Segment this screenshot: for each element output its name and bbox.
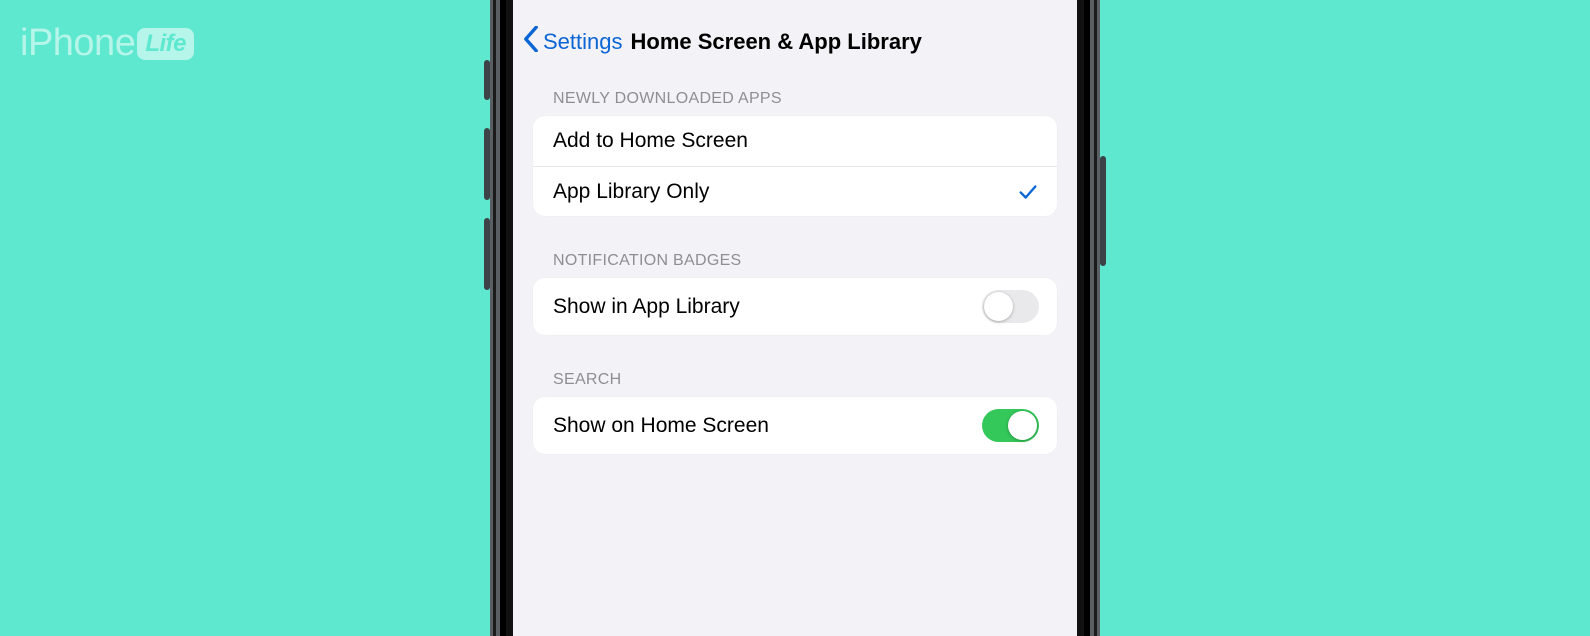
- section-header-notification-badges: NOTIFICATION BADGES: [533, 240, 1057, 278]
- back-button[interactable]: Settings: [523, 26, 623, 58]
- iphonelife-watermark: iPhone Life: [20, 22, 194, 65]
- navigation-bar: Settings Home Screen & App Library: [513, 14, 1077, 70]
- side-button: [1100, 156, 1106, 266]
- checkmark-icon: [1017, 181, 1039, 203]
- phone-frame: Settings Home Screen & App Library NEWLY…: [490, 0, 1100, 636]
- volume-up-button: [484, 128, 490, 200]
- chevron-left-icon: [523, 26, 543, 58]
- group-notification-badges: Show in App Library: [533, 278, 1057, 335]
- section-header-search: SEARCH: [533, 359, 1057, 397]
- option-label: App Library Only: [553, 180, 709, 204]
- toggle-knob: [1008, 411, 1037, 440]
- phone-screen: Settings Home Screen & App Library NEWLY…: [513, 0, 1077, 636]
- watermark-suffix: Life: [137, 28, 194, 60]
- group-newly-downloaded: Add to Home Screen App Library Only: [533, 116, 1057, 216]
- toggle-show-in-app-library[interactable]: [982, 290, 1039, 323]
- group-search: Show on Home Screen: [533, 397, 1057, 454]
- page-title: Home Screen & App Library: [631, 29, 922, 55]
- section-header-newly-downloaded: NEWLY DOWNLOADED APPS: [533, 78, 1057, 116]
- watermark-prefix: iPhone: [20, 22, 135, 65]
- volume-down-button: [484, 218, 490, 290]
- option-add-to-home-screen[interactable]: Add to Home Screen: [533, 116, 1057, 166]
- option-app-library-only[interactable]: App Library Only: [533, 166, 1057, 216]
- option-label: Add to Home Screen: [553, 129, 748, 153]
- row-show-on-home-screen: Show on Home Screen: [533, 397, 1057, 454]
- row-label: Show in App Library: [553, 295, 740, 319]
- phone-body: Settings Home Screen & App Library NEWLY…: [490, 0, 1100, 636]
- toggle-knob: [984, 292, 1013, 321]
- row-label: Show on Home Screen: [553, 414, 769, 438]
- back-label: Settings: [543, 29, 623, 55]
- mute-switch: [484, 60, 490, 100]
- toggle-show-on-home-screen[interactable]: [982, 409, 1039, 442]
- settings-content: NEWLY DOWNLOADED APPS Add to Home Screen…: [513, 72, 1077, 454]
- row-show-in-app-library: Show in App Library: [533, 278, 1057, 335]
